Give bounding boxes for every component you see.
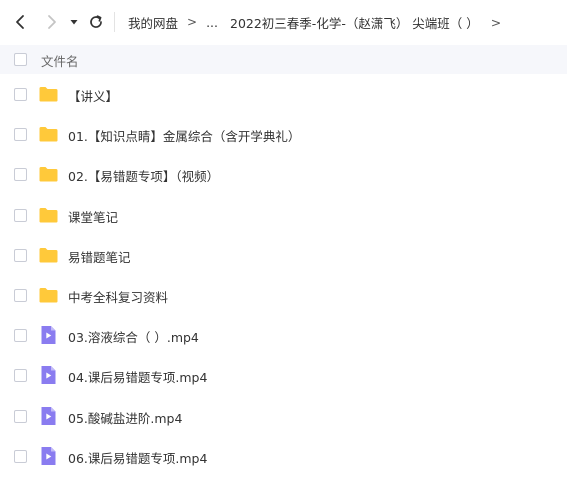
breadcrumb-separator: > xyxy=(187,15,198,29)
file-name[interactable]: 03.溶液综合（ ）.mp4 xyxy=(68,327,199,346)
file-row-checkbox[interactable] xyxy=(14,88,27,101)
toolbar-divider xyxy=(114,12,115,32)
file-row[interactable]: 课堂笔记 xyxy=(0,195,567,235)
video-file-icon xyxy=(38,325,59,345)
back-button[interactable] xyxy=(10,12,30,32)
file-list-header: 文件名 xyxy=(0,45,567,74)
breadcrumb-root[interactable]: 我的网盘 xyxy=(128,13,178,32)
file-row-checkbox[interactable] xyxy=(14,449,27,463)
file-name[interactable]: 【讲义】 xyxy=(68,86,118,105)
file-row[interactable]: 05.酸碱盐进阶.mp4 xyxy=(0,396,567,436)
folder-icon xyxy=(38,84,59,104)
file-name[interactable]: 04.课后易错题专项.mp4 xyxy=(68,367,207,386)
file-row-checkbox[interactable] xyxy=(14,168,27,182)
file-row[interactable]: 02.【易错题专项】（视频） xyxy=(0,154,567,194)
folder-icon xyxy=(38,245,59,265)
file-name[interactable]: 中考全科复习资料 xyxy=(68,287,168,306)
refresh-icon xyxy=(90,15,102,28)
folder-icon xyxy=(38,164,59,184)
file-row-checkbox[interactable] xyxy=(14,329,27,343)
file-row[interactable]: 01.【知识点睛】金属综合（含开学典礼） xyxy=(0,114,567,154)
file-name[interactable]: 易错题笔记 xyxy=(68,247,131,266)
file-row[interactable]: 易错题笔记 xyxy=(0,235,567,275)
file-row-checkbox[interactable] xyxy=(14,369,27,383)
file-row[interactable]: 06.课后易错题专项.mp4 xyxy=(0,436,567,476)
file-name[interactable]: 课堂笔记 xyxy=(68,207,118,226)
file-row-checkbox[interactable] xyxy=(14,248,27,262)
file-name[interactable]: 05.酸碱盐进阶.mp4 xyxy=(68,408,182,427)
refresh-button[interactable] xyxy=(86,12,106,32)
folder-icon xyxy=(38,285,59,305)
video-file-icon xyxy=(38,406,59,426)
file-row-checkbox[interactable] xyxy=(14,409,27,423)
forward-button[interactable] xyxy=(42,12,62,32)
file-name[interactable]: 02.【易错题专项】（视频） xyxy=(68,166,219,185)
file-name[interactable]: 01.【知识点睛】金属综合（含开学典礼） xyxy=(68,126,300,145)
video-file-icon xyxy=(38,365,59,385)
breadcrumb-ellipsis[interactable]: ... xyxy=(206,15,218,30)
select-all-checkbox[interactable] xyxy=(14,53,27,66)
file-row[interactable]: 04.课后易错题专项.mp4 xyxy=(0,355,567,395)
file-row[interactable]: 【讲义】 xyxy=(0,74,567,114)
breadcrumb-trailing-separator: > xyxy=(490,14,502,30)
video-file-icon xyxy=(38,446,59,466)
chevron-right-icon xyxy=(48,15,56,29)
chevron-left-icon xyxy=(16,15,24,29)
file-name[interactable]: 06.课后易错题专项.mp4 xyxy=(68,448,207,467)
breadcrumb: 我的网盘 > ... 2022初三春季-化学-（赵潇飞） 尖端班（ ） > xyxy=(128,0,501,44)
folder-icon xyxy=(38,124,59,144)
file-row-checkbox[interactable] xyxy=(14,208,27,222)
folder-icon xyxy=(38,205,59,225)
file-list: 【讲义】 01.【知识点睛】金属综合（含开学典礼） 02.【易错题专项】（视频） 课堂… xyxy=(0,74,567,476)
column-header-filename[interactable]: 文件名 xyxy=(41,51,79,70)
history-dropdown-button[interactable] xyxy=(66,12,82,32)
toolbar: 我的网盘 > ... 2022初三春季-化学-（赵潇飞） 尖端班（ ） > xyxy=(0,0,567,44)
file-row-checkbox[interactable] xyxy=(14,288,27,302)
file-row-checkbox[interactable] xyxy=(14,128,27,142)
breadcrumb-current: 2022初三春季-化学-（赵潇飞） 尖端班（ ） xyxy=(230,15,479,31)
file-row[interactable]: 03.溶液综合（ ）.mp4 xyxy=(0,315,567,355)
caret-down-icon xyxy=(70,20,78,25)
file-row[interactable]: 中考全科复习资料 xyxy=(0,275,567,315)
